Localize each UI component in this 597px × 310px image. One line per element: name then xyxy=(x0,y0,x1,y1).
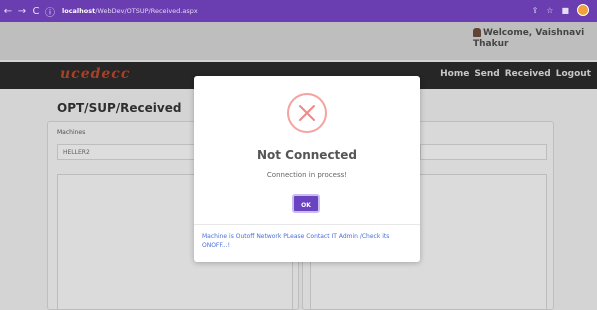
error-x-icon xyxy=(287,93,327,133)
alert-modal: Not Connected Connection in process! OK … xyxy=(194,76,420,262)
modal-footer-message: Machine is Outoff Network PLease Contact… xyxy=(202,233,390,249)
address-bar[interactable]: localhost/WebDev/OTSUP/Received.aspx xyxy=(62,7,198,15)
reload-icon[interactable]: C xyxy=(30,6,42,17)
share-icon[interactable]: ⇪ xyxy=(532,6,539,15)
browser-toolbar: ← → C ⓘ localhost/WebDev/OTSUP/Received.… xyxy=(0,0,597,22)
url-host: localhost xyxy=(62,7,96,15)
extensions-icon[interactable]: ■ xyxy=(561,6,569,15)
modal-message: Connection in process! xyxy=(266,171,348,179)
profile-avatar[interactable] xyxy=(577,4,589,16)
forward-icon[interactable]: → xyxy=(16,6,28,17)
modal-divider xyxy=(194,224,420,225)
ok-button[interactable]: OK xyxy=(292,194,320,213)
url-path: /WebDev/OTSUP/Received.aspx xyxy=(95,7,198,15)
site-info-icon[interactable]: ⓘ xyxy=(44,4,56,19)
star-icon[interactable]: ☆ xyxy=(546,6,553,15)
back-icon[interactable]: ← xyxy=(2,6,14,17)
modal-title: Not Connected xyxy=(256,148,358,162)
